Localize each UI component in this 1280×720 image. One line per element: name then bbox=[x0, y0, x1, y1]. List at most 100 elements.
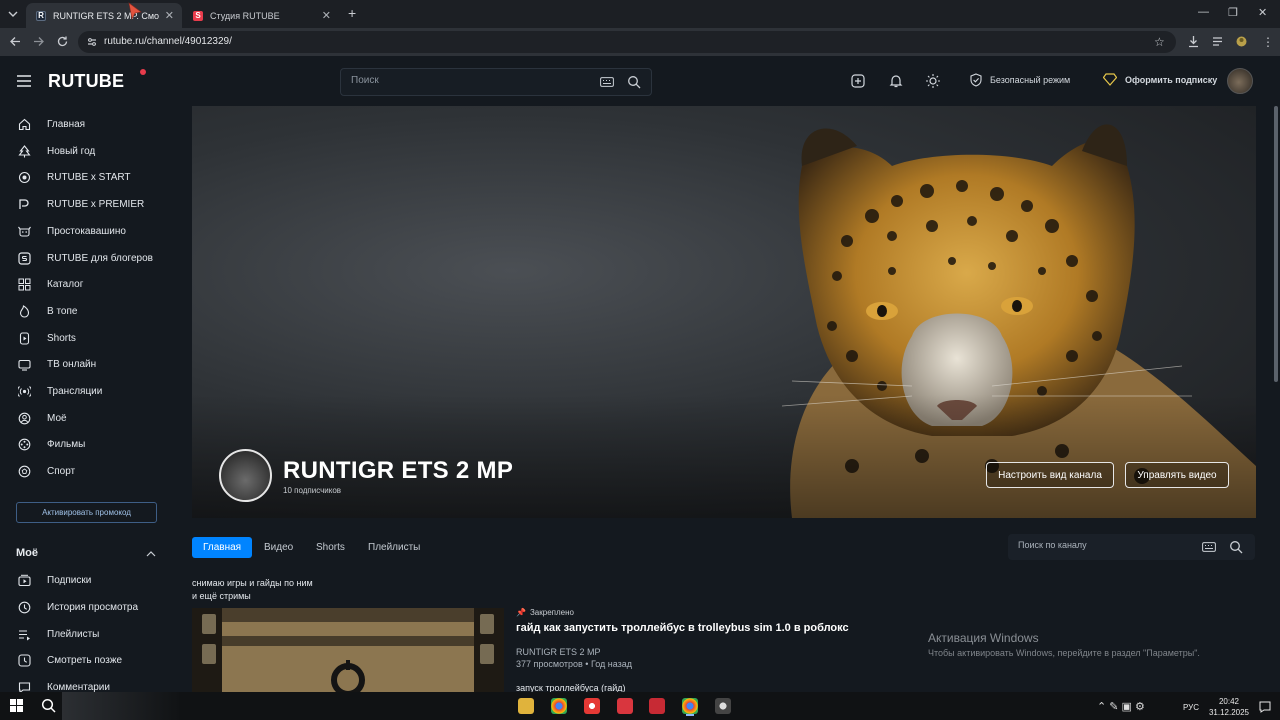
sidebar-item-top[interactable]: В топе bbox=[0, 300, 174, 322]
playlist-icon bbox=[19, 629, 30, 640]
tab-main[interactable]: Главная bbox=[192, 537, 253, 558]
chevron-up-icon[interactable] bbox=[146, 550, 156, 558]
sidebar-item-catalog[interactable]: Каталог bbox=[0, 273, 174, 295]
browser-tab-channel[interactable]: R RUNTIGR ETS 2 MP. Смотрите ✕ bbox=[26, 3, 182, 28]
windows-start-icon[interactable] bbox=[10, 699, 23, 712]
chrome-active-icon[interactable] bbox=[682, 698, 698, 714]
sidebar-item-history[interactable]: История просмотра bbox=[0, 596, 174, 618]
sidebar-item-home[interactable]: Главная bbox=[0, 113, 174, 135]
sidebar-item-label: Моё bbox=[47, 412, 67, 424]
chrome-variant-icon[interactable] bbox=[584, 698, 600, 714]
broadcast-icon bbox=[18, 385, 31, 397]
language-indicator[interactable]: РУС bbox=[1183, 703, 1199, 712]
sidebar-item-watch-later[interactable]: Смотреть позже bbox=[0, 649, 174, 671]
sidebar-item-label: В топе bbox=[47, 305, 78, 317]
app-red-icon[interactable] bbox=[617, 698, 633, 714]
forward-icon[interactable] bbox=[32, 35, 45, 48]
sidebar-item-prostokvashino[interactable]: Простокавашино bbox=[0, 220, 174, 242]
tab-shorts[interactable]: Shorts bbox=[305, 537, 356, 558]
reading-list-icon[interactable] bbox=[1211, 35, 1224, 48]
studio-favicon-icon: S bbox=[193, 10, 203, 21]
cow-icon bbox=[18, 226, 31, 237]
url-text: rutube.ru/channel/49012329/ bbox=[104, 36, 232, 47]
safe-mode-button[interactable]: Безопасный режим bbox=[970, 73, 1070, 87]
back-icon[interactable] bbox=[9, 35, 22, 48]
sidebar-item-my[interactable]: Моё bbox=[0, 407, 174, 429]
theme-sun-icon[interactable] bbox=[926, 74, 940, 88]
app-steering-icon[interactable] bbox=[715, 698, 731, 714]
pinned-video-thumbnail[interactable] bbox=[192, 608, 504, 692]
close-icon[interactable]: ✕ bbox=[322, 9, 331, 22]
channel-avatar[interactable] bbox=[219, 449, 272, 502]
pinned-video-author[interactable]: RUNTIGR ETS 2 MP bbox=[516, 647, 601, 657]
keyboard-icon[interactable] bbox=[1202, 541, 1216, 553]
home-icon bbox=[18, 118, 31, 130]
sidebar-item-broadcasts[interactable]: Трансляции bbox=[0, 380, 174, 402]
manage-videos-button[interactable]: Управлять видео bbox=[1125, 462, 1229, 488]
sidebar-item-premier[interactable]: RUTUBE x PREMIER bbox=[0, 193, 174, 215]
clock-time[interactable]: 20:42 bbox=[1212, 697, 1246, 706]
new-tab-icon[interactable]: + bbox=[348, 5, 356, 21]
subscribe-button[interactable]: Оформить подписку bbox=[1103, 73, 1217, 86]
tv-icon bbox=[18, 359, 31, 371]
rutube-logo[interactable]: RUTUBE bbox=[48, 71, 124, 92]
tab-search-icon[interactable] bbox=[6, 7, 20, 21]
file-explorer-icon[interactable] bbox=[518, 698, 534, 714]
sidebar-item-label: RUTUBE x PREMIER bbox=[47, 198, 145, 210]
extension-icon[interactable] bbox=[1235, 35, 1248, 48]
notification-center-icon[interactable] bbox=[1259, 701, 1271, 713]
sidebar-item-label: Каталог bbox=[47, 278, 84, 290]
film-icon bbox=[18, 438, 31, 450]
pinned-video-title[interactable]: гайд как запустить троллейбус в trolleyb… bbox=[516, 622, 849, 634]
tab-playlists[interactable]: Плейлисты bbox=[357, 537, 431, 558]
subscriptions-icon bbox=[18, 574, 31, 586]
sidebar-item-tv[interactable]: ТВ онлайн bbox=[0, 353, 174, 375]
tab-videos[interactable]: Видео bbox=[253, 537, 304, 558]
upload-icon[interactable] bbox=[851, 74, 865, 88]
window-close-icon[interactable]: ✕ bbox=[1258, 6, 1267, 19]
menu-icon[interactable] bbox=[17, 75, 31, 87]
keyboard-icon[interactable] bbox=[600, 76, 614, 88]
sidebar-item-start[interactable]: RUTUBE x START bbox=[0, 166, 174, 188]
maximize-icon[interactable]: ❐ bbox=[1228, 6, 1238, 19]
fire-icon bbox=[19, 304, 30, 318]
sidebar-item-shorts[interactable]: Shorts bbox=[0, 327, 174, 349]
address-bar[interactable]: rutube.ru/channel/49012329/ ☆ bbox=[78, 31, 1176, 53]
page-scrollbar[interactable] bbox=[1274, 106, 1278, 382]
tray-icons[interactable]: ⌃ ✎ ▣ ⚙ bbox=[1097, 700, 1145, 713]
browser-menu-icon[interactable]: ⋮ bbox=[1262, 35, 1274, 49]
pinned-label: Закреплено bbox=[529, 608, 574, 617]
sidebar-item-playlists[interactable]: Плейлисты bbox=[0, 623, 174, 645]
browser-tab-studio[interactable]: S Студия RUTUBE ✕ bbox=[183, 3, 339, 28]
channel-search-input[interactable] bbox=[1018, 540, 1188, 550]
clock-date[interactable]: 31.12.2025 bbox=[1204, 708, 1254, 717]
close-icon[interactable]: ✕ bbox=[165, 9, 174, 22]
minimize-icon[interactable]: — bbox=[1198, 6, 1209, 18]
sidebar-item-label: Главная bbox=[47, 118, 86, 130]
customize-channel-button[interactable]: Настроить вид канала bbox=[986, 462, 1114, 488]
site-info-icon[interactable] bbox=[86, 36, 98, 48]
sidebar-item-label: Смотреть позже bbox=[47, 654, 123, 666]
download-icon[interactable] bbox=[1187, 35, 1200, 48]
app-cloud-icon[interactable] bbox=[649, 698, 665, 714]
sidebar-item-subscriptions[interactable]: Подписки bbox=[0, 569, 174, 591]
bookmark-star-icon[interactable]: ☆ bbox=[1154, 35, 1165, 49]
sidebar-item-new-year[interactable]: Новый год bbox=[0, 140, 174, 162]
taskbar-search-icon[interactable] bbox=[41, 698, 56, 713]
sidebar-item-label: Новый год bbox=[47, 145, 96, 157]
search-input[interactable] bbox=[351, 75, 581, 86]
search-icon[interactable] bbox=[1229, 540, 1243, 554]
sidebar-item-bloggers[interactable]: RUTUBE для блогеров bbox=[0, 247, 174, 269]
sidebar-item-films[interactable]: Фильмы bbox=[0, 433, 174, 455]
reload-icon[interactable] bbox=[56, 35, 69, 48]
blogger-icon bbox=[18, 251, 31, 265]
tab-title: Студия RUTUBE bbox=[210, 10, 280, 21]
activate-promo-button[interactable]: Активировать промокод bbox=[16, 502, 157, 523]
sidebar-item-label: Плейлисты bbox=[47, 628, 100, 640]
chrome-icon[interactable] bbox=[551, 698, 567, 714]
user-avatar[interactable] bbox=[1227, 68, 1253, 94]
sidebar-item-sport[interactable]: Спорт bbox=[0, 460, 174, 482]
sidebar-item-label: История просмотра bbox=[47, 601, 139, 613]
search-icon[interactable] bbox=[627, 75, 641, 89]
notifications-bell-icon[interactable] bbox=[889, 74, 903, 88]
